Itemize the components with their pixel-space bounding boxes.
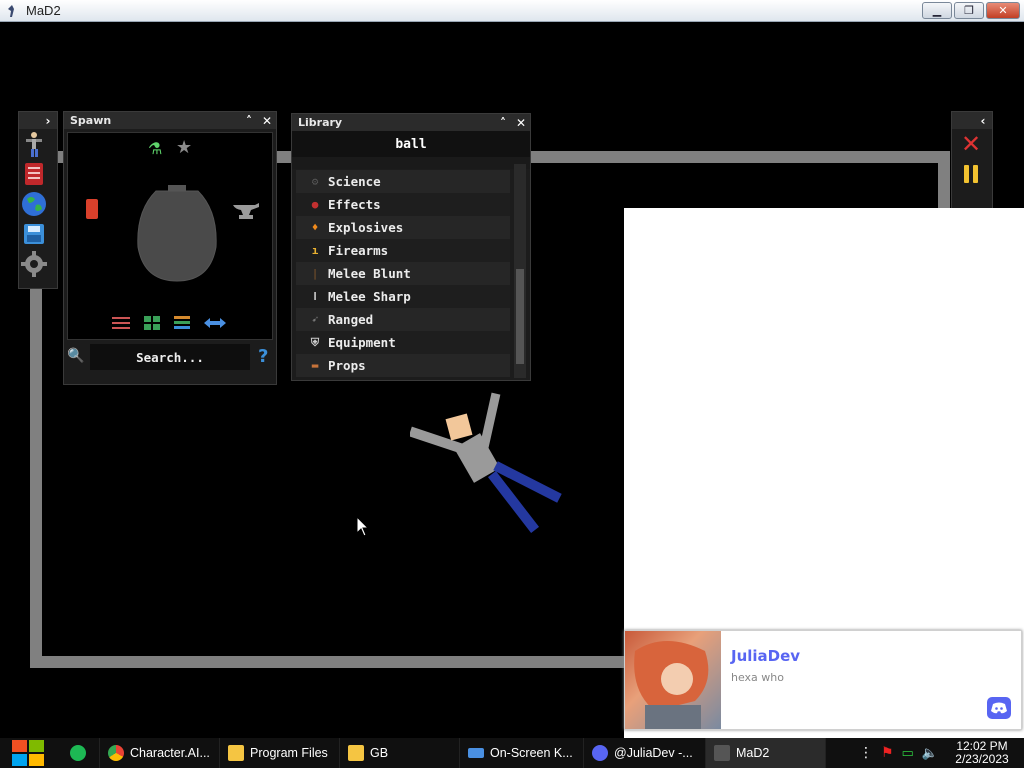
- ragdoll-tool-icon[interactable]: [19, 129, 49, 159]
- swap-arrows-icon[interactable]: [204, 315, 226, 329]
- wall-right: [938, 151, 950, 211]
- flask-icon[interactable]: ⚗: [148, 139, 162, 158]
- bat-icon: |: [311, 267, 319, 280]
- shield-icon: ⛨: [310, 335, 320, 349]
- spawn-panel-title: Spawn: [70, 114, 112, 127]
- fire-icon: ♦: [311, 221, 319, 234]
- category-explosives[interactable]: ♦ Explosives: [296, 216, 510, 239]
- right-toolbar: ‹ ✕: [951, 111, 993, 211]
- discord-icon: [592, 745, 608, 761]
- spawn-panel: Spawn ˄ ✕ ⚗ ★ 🔍 Search... ?: [63, 111, 277, 385]
- sender-name: JuliaDev: [731, 647, 801, 665]
- clear-x-icon[interactable]: ✕: [956, 129, 986, 159]
- pause-icon[interactable]: [956, 159, 986, 189]
- star-icon[interactable]: ★: [176, 137, 192, 158]
- effects-icon: ●: [311, 198, 319, 211]
- category-melee-blunt[interactable]: | Melee Blunt: [296, 262, 510, 285]
- chrome-icon: [108, 745, 124, 761]
- collapse-icon[interactable]: ˄: [494, 114, 512, 131]
- prev-item-icon[interactable]: [86, 199, 98, 219]
- collapse-left-icon[interactable]: ‹: [974, 112, 992, 129]
- app-icon: [4, 3, 20, 19]
- crate-icon: ▬: [311, 359, 319, 372]
- knife-icon: ǀ: [311, 290, 319, 303]
- save-icon[interactable]: [19, 219, 49, 249]
- windows-logo-icon: [12, 740, 44, 766]
- avatar: [625, 631, 721, 729]
- overflow-menu-icon[interactable]: ⋮: [859, 745, 873, 761]
- wall-bottom: [30, 656, 630, 668]
- category-melee-sharp[interactable]: ǀ Melee Sharp: [296, 285, 510, 308]
- expand-icon[interactable]: ›: [39, 112, 57, 129]
- list-view-icon[interactable]: [174, 315, 190, 329]
- volume-icon[interactable]: 🔈: [922, 746, 938, 761]
- taskbar-item-program-files[interactable]: Program Files: [220, 738, 340, 768]
- bullet-icon: ı: [311, 244, 319, 257]
- message-text: hexa who: [731, 671, 784, 684]
- library-panel-header: Library ˄ ✕: [292, 114, 530, 131]
- collapse-icon[interactable]: ˄: [240, 112, 258, 129]
- folder-icon: [348, 745, 364, 761]
- scrollbar-thumb[interactable]: [516, 269, 524, 364]
- taskbar-item-gb[interactable]: GB: [340, 738, 460, 768]
- grid-view-icon[interactable]: [144, 315, 160, 330]
- clock[interactable]: 12:02 PM 2/23/2023: [946, 740, 1018, 766]
- search-input[interactable]: Search...: [90, 344, 250, 370]
- folder-icon: [228, 745, 244, 761]
- bow-icon: ➹: [311, 313, 319, 326]
- discord-notification[interactable]: JuliaDev hexa who: [624, 630, 1022, 730]
- taskbar: Character.AI... Program Files GB On-Scre…: [0, 738, 1024, 768]
- discord-icon: [987, 697, 1011, 719]
- keyboard-icon: [468, 748, 484, 758]
- category-effects[interactable]: ● Effects: [296, 193, 510, 216]
- category-firearms[interactable]: ı Firearms: [296, 239, 510, 262]
- search-icon: 🔍: [67, 348, 85, 364]
- library-header: ball: [292, 131, 530, 157]
- ragdoll-character[interactable]: [408, 388, 570, 538]
- taskbar-item-onscreen-keyboard[interactable]: On-Screen K...: [460, 738, 584, 768]
- category-props[interactable]: ▬ Props: [296, 354, 510, 377]
- clock-date: 2/23/2023: [955, 752, 1009, 766]
- left-toolbar: ›: [18, 111, 58, 289]
- filter-sliders-icon[interactable]: [112, 315, 130, 329]
- taskbar-item-chrome[interactable]: Character.AI...: [100, 738, 220, 768]
- help-icon[interactable]: ?: [258, 346, 268, 367]
- category-equipment[interactable]: ⛨ Equipment: [296, 331, 510, 354]
- close-button[interactable]: ✕: [986, 2, 1020, 19]
- flag-icon[interactable]: ⚑: [881, 745, 894, 761]
- taskbar-item-discord[interactable]: @JuliaDev -...: [584, 738, 706, 768]
- category-science[interactable]: ⚙ Science: [296, 170, 510, 193]
- window-title: MaD2: [26, 3, 61, 18]
- anvil-icon[interactable]: [233, 203, 259, 224]
- close-icon[interactable]: ✕: [258, 112, 276, 129]
- world-icon[interactable]: [19, 189, 49, 219]
- mad2-app-icon: [714, 745, 730, 761]
- minimize-button[interactable]: ▁: [922, 2, 952, 19]
- library-panel-title: Library: [298, 116, 343, 129]
- library-scrollbar[interactable]: [514, 164, 526, 378]
- notebook-icon[interactable]: [19, 159, 49, 189]
- system-tray: ⋮ ⚑ ▭ 🔈 12:02 PM 2/23/2023: [859, 740, 1024, 766]
- mouse-cursor-icon: [356, 515, 370, 541]
- spawn-panel-header: Spawn ˄ ✕: [64, 112, 276, 129]
- taskbar-item-mad2[interactable]: MaD2: [706, 738, 826, 768]
- start-button[interactable]: [0, 738, 56, 768]
- spotify-taskbar-icon[interactable]: [56, 738, 100, 768]
- close-icon[interactable]: ✕: [512, 114, 530, 131]
- window-titlebar: MaD2 ▁ ❐ ✕: [0, 0, 1024, 22]
- ball-preview-icon: [136, 185, 218, 283]
- science-icon: ⚙: [311, 175, 319, 188]
- settings-gear-icon[interactable]: [19, 249, 49, 279]
- network-icon[interactable]: ▭: [902, 746, 914, 761]
- category-list: ⚙ Science ● Effects ♦ Explosives ı Firearms …: [296, 170, 510, 377]
- maximize-button[interactable]: ❐: [954, 2, 984, 19]
- category-ranged[interactable]: ➹ Ranged: [296, 308, 510, 331]
- library-panel: Library ˄ ✕ ball ⚙ Science ● Effects ♦ Expl…: [291, 113, 531, 381]
- spawn-preview[interactable]: ⚗ ★: [67, 132, 273, 340]
